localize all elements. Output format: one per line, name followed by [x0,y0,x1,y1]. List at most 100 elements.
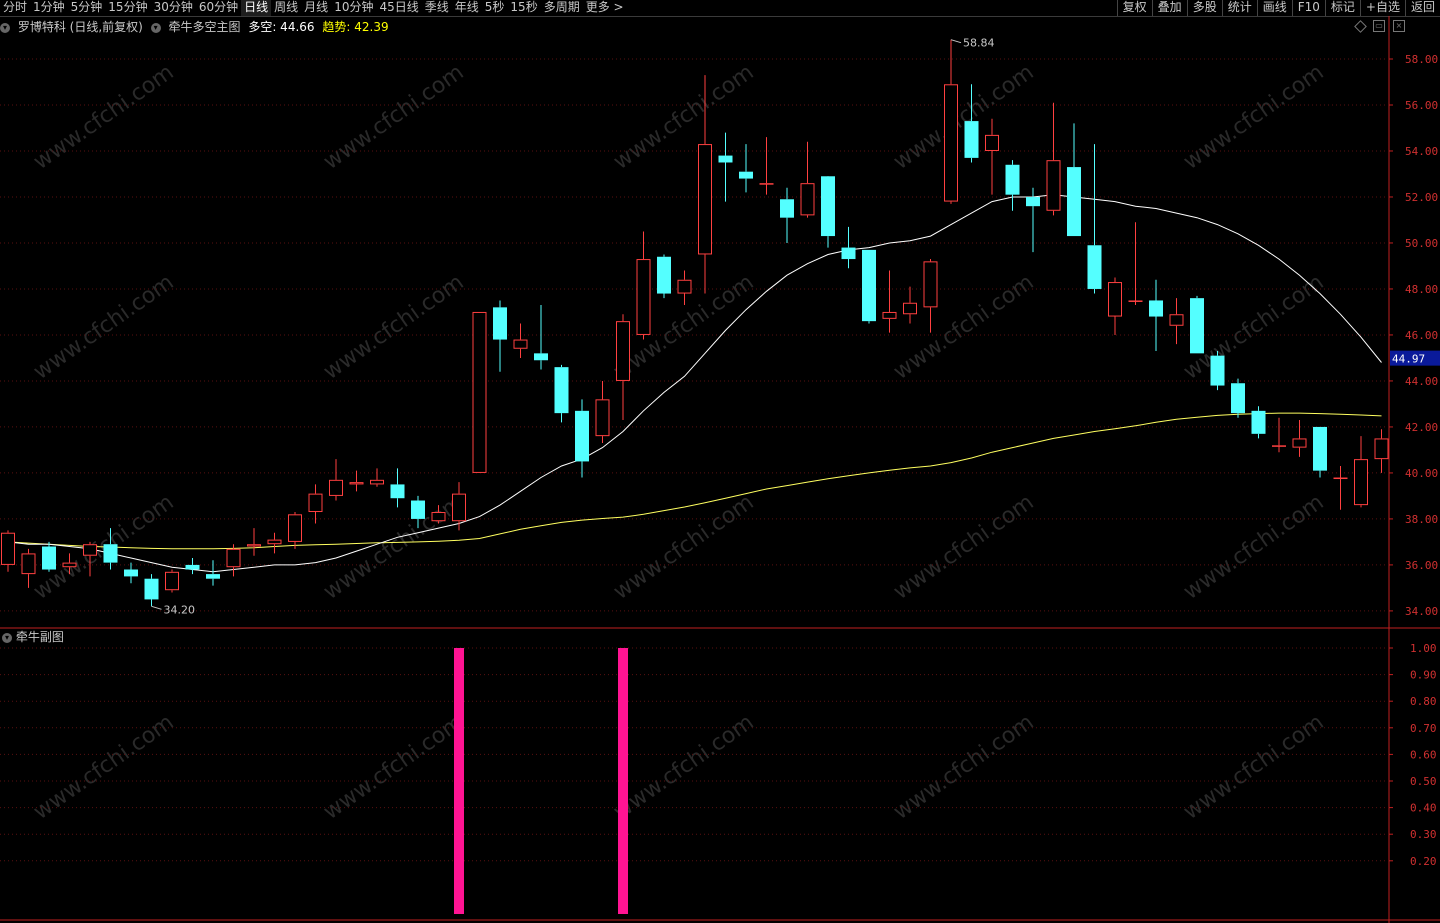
candle-body [1067,167,1081,237]
candle-body [62,562,77,568]
candle [1354,436,1368,508]
candle [370,468,384,487]
candle [472,311,487,473]
watermark-text: www.cfchi.com [889,490,1038,605]
candle-body [83,544,97,556]
y-tick-label: 36.00 [1405,559,1438,572]
candle-body [1313,426,1327,471]
candle [616,314,630,421]
candle-body [1046,160,1061,211]
candle [903,286,917,324]
watermark-text: www.cfchi.com [319,60,468,175]
candle-body [452,493,466,522]
candle-body [431,512,446,522]
candle [534,305,548,370]
candle [1108,277,1122,335]
candle [206,560,220,586]
watermark-text: www.cfchi.com [1179,490,1328,605]
candle-body [944,84,958,202]
candle [1067,123,1081,237]
ma-white-line [7,194,1382,573]
candle-body [288,514,302,542]
watermark-text: www.cfchi.com [319,490,468,605]
candle-body [759,183,774,185]
candle [1231,378,1245,418]
candle [780,187,794,243]
candle [759,137,774,195]
watermark-text: www.cfchi.com [29,60,178,175]
candle [718,132,733,202]
candle [841,226,856,269]
candle-body [657,256,671,294]
candle [1087,144,1102,294]
candle [1272,417,1286,453]
candle-body [862,249,876,322]
candle-body [780,199,794,218]
candle-body [349,482,364,485]
candle-body [1,532,15,565]
candle-body [1149,300,1163,317]
candle [288,512,302,549]
y-tick-label: 50.00 [1405,237,1438,250]
sub-y-tick-label: 0.50 [1410,775,1437,788]
candle-body [554,367,569,414]
watermark-text: www.cfchi.com [319,270,468,385]
candle-body [1026,196,1040,207]
candle-body [882,311,897,319]
candle [1251,406,1266,439]
candle [1190,295,1204,354]
candle [985,118,999,195]
candle-body [124,569,138,577]
candle-body [226,548,241,568]
candle [1128,222,1143,306]
sub-y-tick-label: 0.20 [1410,855,1437,868]
candle-body [165,571,179,591]
sub-y-tick-label: 1.00 [1410,642,1437,655]
candle [554,364,569,423]
candle [657,254,671,299]
candle [1046,102,1061,216]
candle [1313,426,1327,478]
kline-chart[interactable]: www.cfchi.com www.cfchi.com www.cfchi.com w… [0,0,1440,923]
watermark-text: www.cfchi.com [889,60,1038,175]
sub-y-tick-label: 0.90 [1410,669,1437,682]
y-tick-label: 58.00 [1405,53,1438,66]
candle [1,530,15,572]
watermark-text: www.cfchi.com [29,270,178,385]
high-price-label: 58.84 [963,37,995,50]
candle [124,562,138,584]
candle [800,141,815,218]
candle-body [185,564,200,570]
candle-body [903,302,917,315]
candle [739,144,753,193]
candle-body [677,279,692,294]
candle-body [329,479,343,496]
candle [944,39,958,204]
candle-body [1251,410,1266,434]
candle [144,574,159,607]
watermark-layer: www.cfchi.com www.cfchi.com www.cfchi.com w… [29,60,1328,825]
watermark-text: www.cfchi.com [889,270,1038,385]
candle-body [1292,438,1307,448]
candle [923,259,938,333]
sub-y-tick-label: 0.60 [1410,748,1437,761]
candle [1333,466,1348,510]
candle-body [308,493,323,513]
signal-bar [454,648,464,914]
candle-body [1272,445,1286,447]
sub-y-tick-label: 0.70 [1410,722,1437,735]
y-tick-label: 52.00 [1405,191,1438,204]
candle-body [841,247,856,260]
candle-body [821,176,835,237]
candle-body [1231,383,1245,414]
candle [636,231,651,340]
sub-y-tick-label: 0.80 [1410,695,1437,708]
candle [390,468,405,508]
candle-body [513,339,528,349]
candle-body [144,578,159,600]
candle-body [21,553,36,575]
candle [1169,298,1184,345]
candle-body [1374,438,1389,460]
y-tick-label: 56.00 [1405,99,1438,112]
candle [677,270,692,306]
